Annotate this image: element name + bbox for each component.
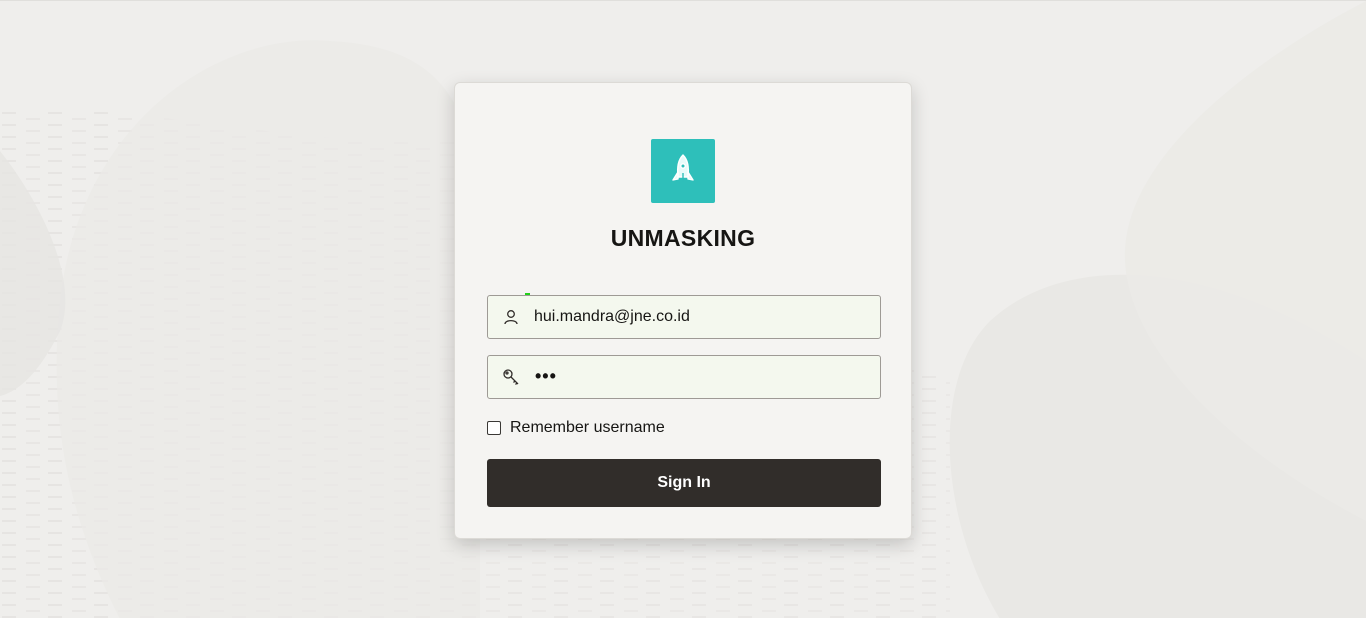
login-card: UNMASKING ••• Remember username Sign In xyxy=(454,82,912,539)
password-input[interactable]: ••• xyxy=(535,366,557,387)
sign-in-button[interactable]: Sign In xyxy=(487,459,881,507)
remember-checkbox[interactable] xyxy=(487,421,501,435)
app-logo xyxy=(651,139,715,203)
username-field[interactable] xyxy=(487,295,881,339)
remember-username[interactable]: Remember username xyxy=(487,419,665,437)
key-icon xyxy=(503,369,519,385)
username-input[interactable] xyxy=(534,296,864,338)
user-icon xyxy=(504,310,518,325)
password-field[interactable]: ••• xyxy=(487,355,881,399)
rocket-icon xyxy=(672,154,694,182)
remember-label: Remember username xyxy=(510,419,665,436)
app-title: UNMASKING xyxy=(610,225,756,251)
